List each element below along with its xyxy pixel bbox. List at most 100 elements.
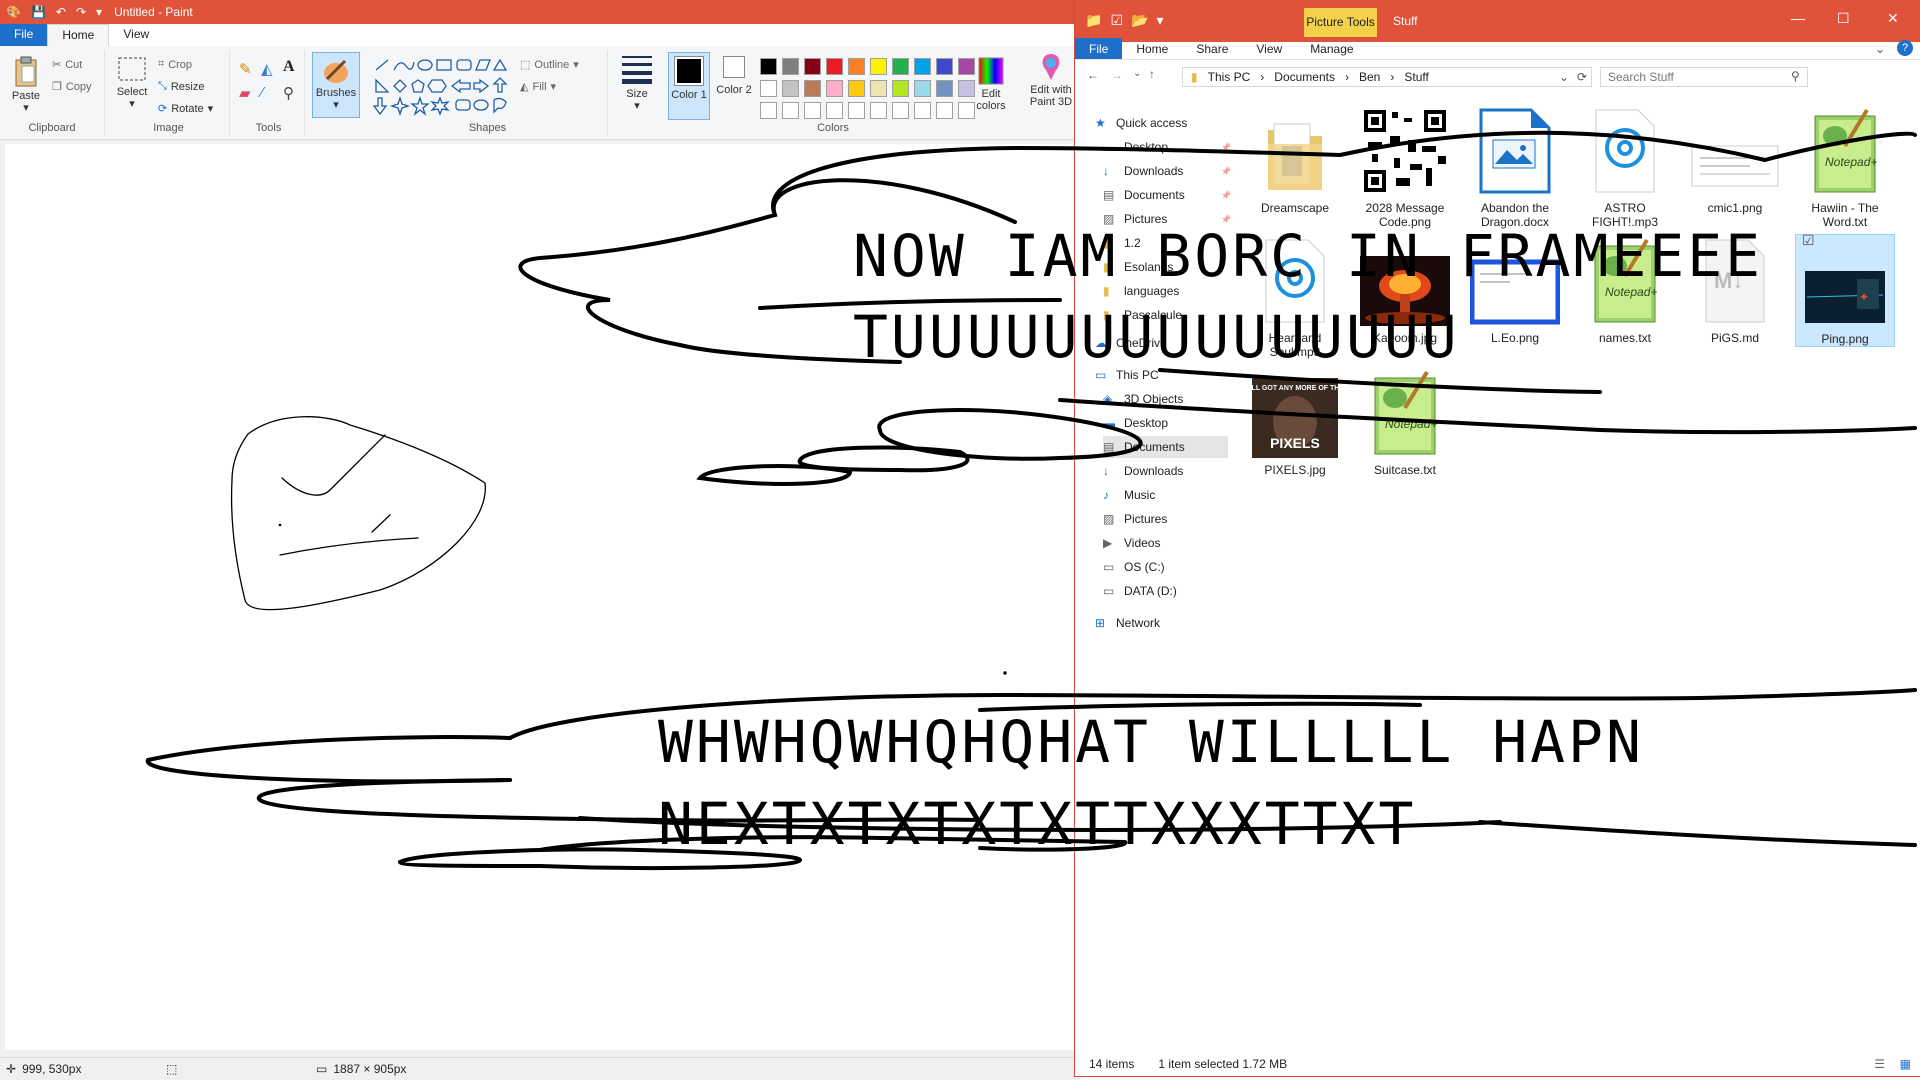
checkbox-icon[interactable]: ☑ [1802,233,1815,247]
palette-swatch[interactable] [782,58,799,75]
pencil-icon[interactable]: ✎ [239,60,252,78]
tab-home[interactable]: Home [47,24,110,46]
palette-swatch[interactable] [870,58,887,75]
file-item[interactable]: L.Eo.png [1465,234,1565,345]
breadcrumb-documents[interactable]: Documents [1274,70,1335,84]
palette-swatch-empty[interactable] [936,102,953,119]
palette-swatch[interactable] [892,58,909,75]
drawing-canvas[interactable] [5,144,1080,1050]
outline-button[interactable]: ⬚ Outline ▾ [520,58,579,72]
palette-swatch[interactable] [804,58,821,75]
eraser-icon[interactable]: ▰ [239,84,251,102]
palette-swatch[interactable] [782,80,799,97]
pin-icon[interactable]: 📌 [1221,191,1231,200]
copy-button[interactable]: ❐ Copy [52,80,92,94]
nav-item[interactable]: ▨ Pictures [1103,508,1167,530]
customize-qat-icon[interactable]: ▾ [96,6,102,18]
palette-swatch[interactable] [804,80,821,97]
nav-item[interactable]: ▮ Pascalcule [1103,304,1182,326]
file-item[interactable]: Heart and Soul.mp3 [1245,234,1345,359]
resize-button[interactable]: ⤡ Resize [158,80,204,93]
palette-swatch[interactable] [936,80,953,97]
save-icon[interactable]: 💾 [31,6,46,18]
back-arrow-icon[interactable]: ← [1087,68,1099,82]
refresh-icon[interactable]: ⟳ [1577,70,1587,84]
palette-swatch[interactable] [936,58,953,75]
tab-view[interactable]: View [1242,38,1296,59]
tab-view[interactable]: View [109,24,163,46]
edit-colors-button[interactable]: Edit colors [972,56,1010,112]
brushes-button[interactable]: Brushes ▾ [312,52,360,118]
expand-ribbon-icon[interactable]: ⌄ [1875,42,1885,56]
palette-swatch[interactable] [848,80,865,97]
paste-button[interactable]: Paste ▾ [8,56,44,114]
palette-swatch[interactable] [914,58,931,75]
nav-item[interactable]: ▮ languages [1103,280,1179,302]
file-item[interactable]: Notepad+ Hawiin - The Word.txt [1795,104,1895,229]
cut-button[interactable]: ✂ Cut [52,58,82,72]
color-picker-icon[interactable]: ⁄ [261,84,264,101]
nav-item[interactable]: ▮ 1.2 [1103,232,1141,254]
size-button[interactable]: Size ▾ [614,52,660,112]
select-button[interactable]: Select ▾ [114,56,150,110]
palette-swatch[interactable] [760,80,777,97]
nav-item[interactable]: ▤ Documents [1103,436,1228,458]
large-icons-view-icon[interactable]: ▦ [1900,1057,1911,1071]
file-item[interactable]: Notepad+ names.txt [1575,234,1675,345]
close-icon[interactable]: ✕ [1887,10,1899,27]
tab-manage[interactable]: Manage [1296,38,1367,59]
nav-item[interactable]: ▤ Documents 📌 [1103,184,1231,206]
palette-swatch-empty[interactable] [892,102,909,119]
file-item[interactable]: Notepad+ Suitcase.txt [1355,366,1455,477]
palette-swatch-empty[interactable] [804,102,821,119]
palette-swatch-empty[interactable] [870,102,887,119]
tab-share[interactable]: Share [1182,38,1242,59]
file-item[interactable]: ✦ Ping.png ☑ [1795,233,1895,347]
nav-item[interactable]: ▬ Desktop [1103,412,1168,434]
crop-button[interactable]: ⌗ Crop [158,58,192,71]
maximize-icon[interactable]: ☐ [1837,10,1850,27]
nav-item[interactable]: ▶ Videos [1103,532,1160,554]
tab-file[interactable]: File [1075,38,1123,59]
magnifier-icon[interactable]: ⚲ [283,84,294,102]
minimize-icon[interactable]: — [1791,10,1805,26]
nav-item[interactable]: ★ Quick access [1095,112,1187,134]
nav-item[interactable]: ↓ Downloads 📌 [1103,160,1231,182]
file-item[interactable]: cmic1.png [1685,104,1785,215]
nav-item[interactable]: ◈ 3D Objects [1103,388,1183,410]
new-folder-icon[interactable]: 📂 [1131,12,1148,29]
palette-swatch-empty[interactable] [782,102,799,119]
file-item[interactable]: Abandon the Dragon.docx [1465,104,1565,229]
nav-item[interactable]: ▨ Pictures 📌 [1103,208,1231,230]
customize-qat-icon[interactable]: ▾ [1156,12,1163,29]
address-bar[interactable]: ▮ This PC › Documents › Ben › Stuff ⌄ ⟳ [1182,67,1592,87]
file-item[interactable]: Y'ALL GOT ANY MORE OF THEM PIXELS PIXELS.j… [1245,366,1345,477]
nav-item[interactable]: ▮ Esolangs [1103,256,1173,278]
file-item[interactable]: ASTRO FIGHT!.mp3 [1575,104,1675,229]
palette-swatch-empty[interactable] [826,102,843,119]
palette-swatch-empty[interactable] [848,102,865,119]
fill-button[interactable]: ◭ Fill ▾ [520,80,556,94]
palette-swatch-empty[interactable] [914,102,931,119]
help-icon[interactable]: ? [1897,40,1913,56]
nav-item[interactable]: ▭ DATA (D:) [1103,580,1177,602]
pin-icon[interactable]: 📌 [1221,215,1231,224]
up-arrow-icon[interactable]: ↑ [1149,67,1155,81]
nav-item[interactable]: ▭ This PC [1095,364,1159,386]
palette-swatch-empty[interactable] [760,102,777,119]
text-tool-icon[interactable]: A [283,58,295,76]
file-item[interactable]: 2028 Message Code.png [1355,104,1455,229]
fill-bucket-icon[interactable]: ◭ [261,60,273,78]
tab-home[interactable]: Home [1122,38,1182,59]
forward-arrow-icon[interactable]: → [1111,68,1123,82]
palette-swatch[interactable] [892,80,909,97]
file-item[interactable]: Dreamscape [1245,104,1345,215]
palette-swatch[interactable] [914,80,931,97]
picture-tools-context-tab[interactable]: Picture Tools [1304,8,1377,37]
details-view-icon[interactable]: ☰ [1874,1057,1885,1071]
nav-item[interactable]: ▬ Desktop 📌 [1103,136,1231,158]
breadcrumb-ben[interactable]: Ben [1359,70,1380,84]
nav-item[interactable]: ↓ Downloads [1103,460,1183,482]
undo-icon[interactable]: ↶ [56,6,66,18]
redo-icon[interactable]: ↷ [76,6,86,18]
